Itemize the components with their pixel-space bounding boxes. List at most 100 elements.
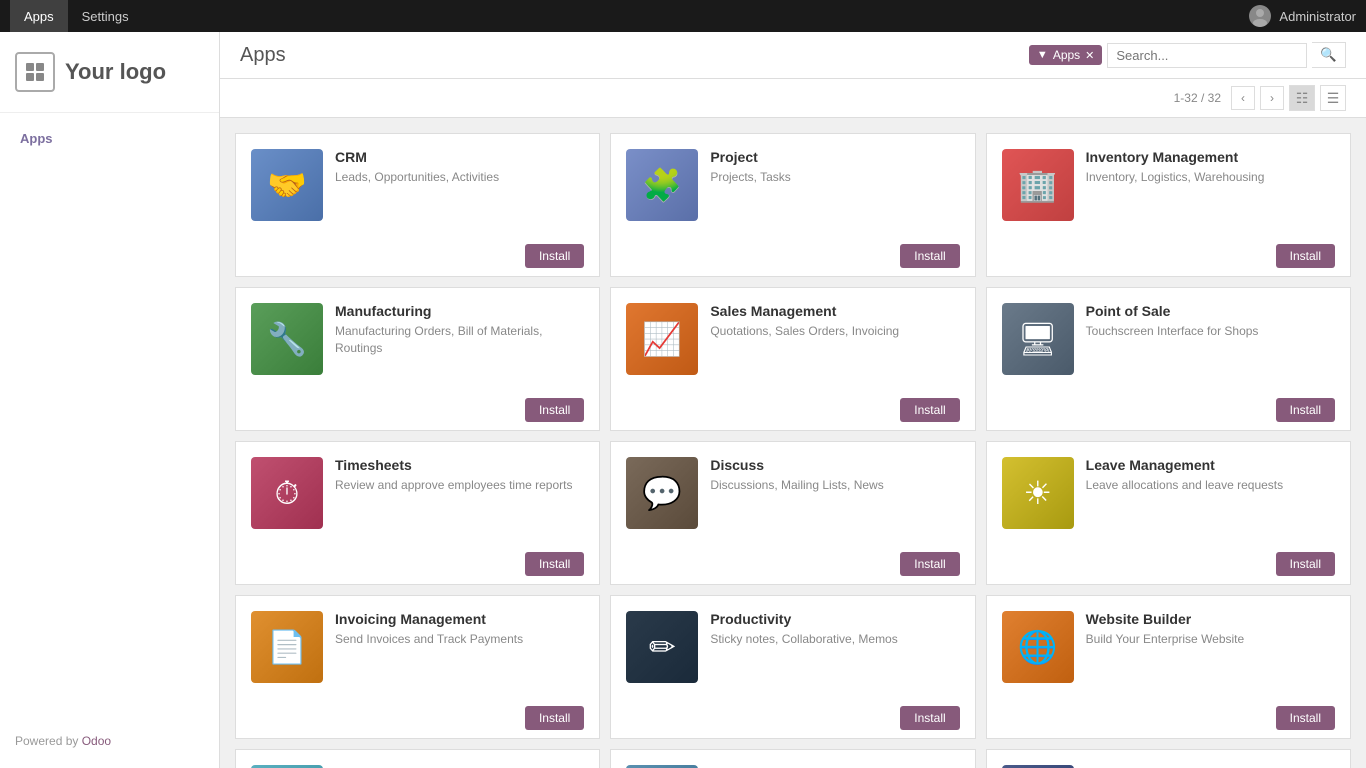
search-area: ▼ Apps ✕ 🔍 [1029, 42, 1346, 68]
app-card-body: 💬 Discuss Discussions, Mailing Lists, Ne… [611, 442, 974, 544]
install-button-leave[interactable]: Install [1276, 552, 1335, 576]
app-icon-symbol: 📈 [642, 323, 682, 355]
avatar [1249, 5, 1271, 27]
app-card-footer-timesheets: Install [236, 544, 599, 584]
app-desc-productivity: Sticky notes, Collaborative, Memos [710, 631, 959, 648]
app-name-website: Website Builder [1086, 611, 1335, 627]
app-icon-timesheets: ⏱ [251, 457, 323, 529]
app-card-footer-website: Install [987, 698, 1350, 738]
app-info-invoicing: Invoicing Management Send Invoices and T… [335, 611, 584, 648]
page-title: Apps [240, 44, 286, 67]
next-page-button[interactable]: › [1260, 86, 1284, 110]
app-card-body: ⏱ Timesheets Review and approve employee… [236, 442, 599, 544]
nav-settings[interactable]: Settings [68, 0, 143, 32]
filter-icon: ▼ [1037, 49, 1048, 61]
app-desc-discuss: Discussions, Mailing Lists, News [710, 477, 959, 494]
app-card-ecommerce: 🛒 eCommerce Sell Your Products Online In… [235, 749, 600, 768]
install-button-discuss[interactable]: Install [900, 552, 959, 576]
app-desc-inventory: Inventory, Logistics, Warehousing [1086, 169, 1335, 186]
app-card-timesheets: ⏱ Timesheets Review and approve employee… [235, 441, 600, 585]
admin-name: Administrator [1279, 9, 1356, 24]
app-card-leave: ☀ Leave Management Leave allocations and… [986, 441, 1351, 585]
app-info-inventory: Inventory Management Inventory, Logistic… [1086, 149, 1335, 186]
app-card-footer-crm: Install [236, 236, 599, 276]
search-button[interactable]: 🔍 [1312, 42, 1346, 68]
app-info-project: Project Projects, Tasks [710, 149, 959, 186]
app-desc-leave: Leave allocations and leave requests [1086, 477, 1335, 494]
list-view-button[interactable]: ☰ [1320, 85, 1346, 111]
app-card-footer-discuss: Install [611, 544, 974, 584]
app-card-body: 🤝 CRM Leads, Opportunities, Activities [236, 134, 599, 236]
app-name-crm: CRM [335, 149, 584, 165]
prev-page-button[interactable]: ‹ [1231, 86, 1255, 110]
app-card-crm: 🤝 CRM Leads, Opportunities, Activities I… [235, 133, 600, 277]
install-button-timesheets[interactable]: Install [525, 552, 584, 576]
install-button-inventory[interactable]: Install [1276, 244, 1335, 268]
app-name-leave: Leave Management [1086, 457, 1335, 473]
app-name-invoicing: Invoicing Management [335, 611, 584, 627]
app-icon-symbol: ✏ [649, 631, 676, 663]
app-icon-symbol: 🧩 [642, 169, 682, 201]
app-icon-symbol: 🤝 [267, 169, 307, 201]
app-desc-website: Build Your Enterprise Website [1086, 631, 1335, 648]
grid-view-button[interactable]: ☷ [1289, 85, 1315, 111]
install-button-pos[interactable]: Install [1276, 398, 1335, 422]
app-icon-manufacturing: 🔧 [251, 303, 323, 375]
app-card-footer-invoicing: Install [236, 698, 599, 738]
app-card-purchase: 💳 Purchase Management Purchase Orders, R… [610, 749, 975, 768]
filter-close-icon[interactable]: ✕ [1085, 49, 1094, 62]
install-button-productivity[interactable]: Install [900, 706, 959, 730]
sidebar-item-apps[interactable]: Apps [0, 123, 219, 154]
app-card-body: 🌐 Website Builder Build Your Enterprise … [987, 596, 1350, 698]
app-icon-leave: ☀ [1002, 457, 1074, 529]
app-name-productivity: Productivity [710, 611, 959, 627]
app-card-body: 💳 Purchase Management Purchase Orders, R… [611, 750, 974, 768]
app-card-website: 🌐 Website Builder Build Your Enterprise … [986, 595, 1351, 739]
app-name-project: Project [710, 149, 959, 165]
search-filter-tag: ▼ Apps ✕ [1029, 45, 1102, 65]
main-layout: Your logo Apps Powered by Odoo Apps ▼ Ap… [0, 32, 1366, 768]
app-card-body: 🛒 eCommerce Sell Your Products Online [236, 750, 599, 768]
app-info-pos: Point of Sale Touchscreen Interface for … [1086, 303, 1335, 340]
app-icon-crm: 🤝 [251, 149, 323, 221]
app-icon-inventory: 🏢 [1002, 149, 1074, 221]
app-card-body: 🔧 Manufacturing Manufacturing Orders, Bi… [236, 288, 599, 390]
app-desc-crm: Leads, Opportunities, Activities [335, 169, 584, 186]
nav-apps[interactable]: Apps [10, 0, 68, 32]
app-icon-website: 🌐 [1002, 611, 1074, 683]
app-desc-sales: Quotations, Sales Orders, Invoicing [710, 323, 959, 340]
app-card-footer-productivity: Install [611, 698, 974, 738]
install-button-project[interactable]: Install [900, 244, 959, 268]
install-button-crm[interactable]: Install [525, 244, 584, 268]
sidebar: Your logo Apps Powered by Odoo [0, 32, 220, 768]
install-button-website[interactable]: Install [1276, 706, 1335, 730]
app-desc-manufacturing: Manufacturing Orders, Bill of Materials,… [335, 323, 584, 357]
app-icon-pos: 🖥 [1002, 303, 1074, 375]
apps-grid: 🤝 CRM Leads, Opportunities, Activities I… [220, 118, 1366, 768]
app-card-productivity: ✏ Productivity Sticky notes, Collaborati… [610, 595, 975, 739]
install-button-sales[interactable]: Install [900, 398, 959, 422]
app-icon-symbol: 🖥 [1017, 323, 1058, 355]
app-card-body: 👥 Employee Directory Jobs, Departments, … [987, 750, 1350, 768]
app-icon-project: 🧩 [626, 149, 698, 221]
search-input[interactable] [1107, 43, 1307, 68]
top-nav-right: Administrator [1249, 5, 1356, 27]
app-card-body: ☀ Leave Management Leave allocations and… [987, 442, 1350, 544]
app-info-manufacturing: Manufacturing Manufacturing Orders, Bill… [335, 303, 584, 357]
app-icon-symbol: 🏢 [1018, 169, 1058, 201]
app-card-body: ✏ Productivity Sticky notes, Collaborati… [611, 596, 974, 698]
install-button-invoicing[interactable]: Install [525, 706, 584, 730]
app-card-invoicing: 📄 Invoicing Management Send Invoices and… [235, 595, 600, 739]
app-card-body: 📈 Sales Management Quotations, Sales Ord… [611, 288, 974, 390]
app-desc-pos: Touchscreen Interface for Shops [1086, 323, 1335, 340]
logo-area: Your logo [0, 32, 219, 113]
app-card-footer-manufacturing: Install [236, 390, 599, 430]
app-info-crm: CRM Leads, Opportunities, Activities [335, 149, 584, 186]
app-name-sales: Sales Management [710, 303, 959, 319]
app-desc-invoicing: Send Invoices and Track Payments [335, 631, 584, 648]
app-card-sales: 📈 Sales Management Quotations, Sales Ord… [610, 287, 975, 431]
install-button-manufacturing[interactable]: Install [525, 398, 584, 422]
odoo-link[interactable]: Odoo [82, 734, 111, 748]
app-name-discuss: Discuss [710, 457, 959, 473]
app-info-discuss: Discuss Discussions, Mailing Lists, News [710, 457, 959, 494]
